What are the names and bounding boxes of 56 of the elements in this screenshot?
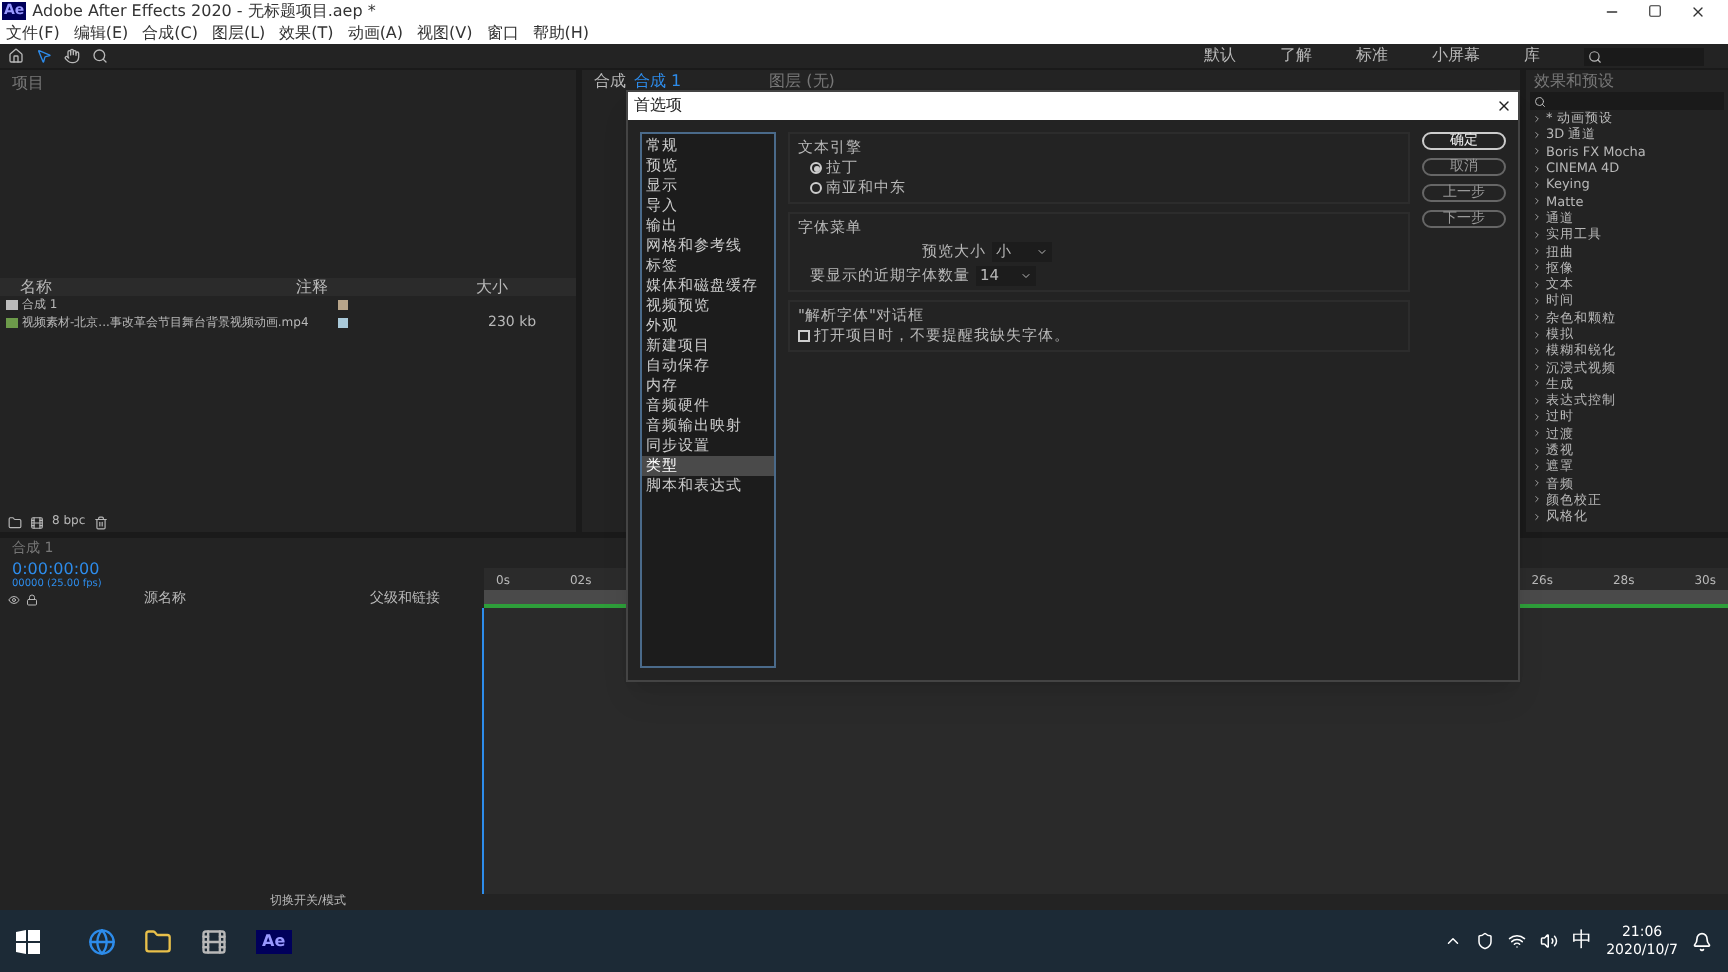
menu-item[interactable]: 图层(L)	[211, 23, 266, 43]
home-icon[interactable]	[8, 48, 24, 64]
hand-tool-icon[interactable]	[64, 48, 80, 64]
input-method[interactable]: 中	[1572, 926, 1593, 956]
menu-item[interactable]: 帮助(H)	[532, 23, 590, 43]
zoom-tool-icon[interactable]	[92, 48, 108, 64]
workspace-tab[interactable]: 小屏幕	[1432, 46, 1480, 66]
folder-icon[interactable]	[8, 515, 22, 529]
maximize-icon[interactable]	[1648, 3, 1662, 17]
label-swatch	[338, 318, 348, 328]
search-field[interactable]	[1530, 92, 1724, 110]
trash-icon[interactable]	[93, 515, 108, 529]
lock-icon[interactable]	[26, 593, 38, 605]
panel-title[interactable]: 效果和预设	[1526, 72, 1728, 92]
visibility-icon[interactable]	[8, 593, 20, 605]
layer-tab[interactable]: 图层 (无)	[769, 72, 835, 92]
notification-icon[interactable]	[1692, 931, 1712, 951]
search-icon	[1588, 49, 1602, 63]
workspace-tab[interactable]: 了解	[1280, 46, 1312, 66]
menu-item[interactable]: 编辑(E)	[73, 23, 129, 43]
workspace-tab[interactable]: 默认	[1204, 46, 1236, 66]
panel-title[interactable]: 项目	[0, 70, 576, 98]
shield-icon[interactable]	[1476, 932, 1495, 950]
folder-icon[interactable]	[144, 927, 172, 955]
comp-tab-prefix[interactable]: 合成	[594, 72, 626, 92]
volume-icon[interactable]	[1540, 932, 1559, 950]
label-swatch	[338, 300, 348, 310]
window-title: Adobe After Effects 2020 - 无标题项目.aep *	[32, 1, 376, 21]
timecode[interactable]: 0:00:00:00	[12, 560, 472, 578]
comp-tab[interactable]: 合成 1	[634, 72, 682, 92]
menu-item[interactable]: 效果(T)	[279, 23, 334, 43]
radio-button[interactable]	[810, 162, 822, 174]
menu-item[interactable]: 窗口	[486, 23, 519, 43]
browser-icon[interactable]	[88, 927, 116, 955]
start-icon[interactable]	[16, 929, 40, 953]
close-icon[interactable]	[1690, 3, 1706, 19]
footage-icon	[6, 318, 18, 328]
ae-taskbar-icon[interactable]: Ae	[256, 929, 292, 953]
selection-tool-icon[interactable]	[36, 48, 52, 64]
close-icon[interactable]	[1496, 98, 1512, 114]
dialog-title: 首选项	[634, 96, 682, 116]
network-icon[interactable]	[1508, 932, 1527, 950]
tray-expand-icon[interactable]	[1444, 932, 1463, 950]
column-header[interactable]: 名称	[20, 278, 296, 296]
menu-item[interactable]: 动画(A)	[347, 23, 404, 43]
menu-item[interactable]: 视图(V)	[417, 23, 473, 43]
column-header[interactable]: 注释	[296, 278, 476, 296]
column-header[interactable]: 大小	[476, 278, 508, 296]
radio-button[interactable]	[810, 182, 822, 194]
search-field[interactable]	[1584, 47, 1704, 65]
workspace-tab[interactable]: 库	[1524, 46, 1540, 66]
workspace-tab[interactable]: 标准	[1356, 46, 1388, 66]
search-icon	[1534, 95, 1546, 107]
checkbox[interactable]	[798, 330, 810, 342]
menu-item[interactable]: 合成(C)	[142, 23, 198, 43]
menu-item[interactable]: 文件(F)	[6, 23, 60, 43]
